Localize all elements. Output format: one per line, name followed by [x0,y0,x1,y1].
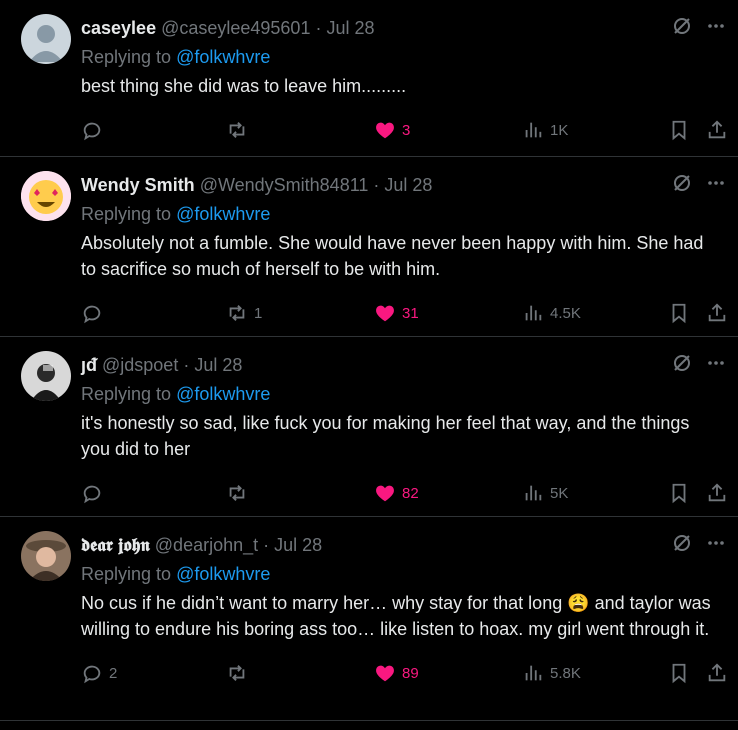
share-button[interactable] [706,482,728,504]
reply-button[interactable] [81,482,109,504]
bookmark-button[interactable] [668,302,690,324]
view-count: 5.8K [550,664,581,682]
avatar[interactable] [21,531,71,581]
replying-link[interactable]: @folkwhvre [176,47,270,67]
like-count: 82 [402,484,419,502]
repost-button[interactable]: 1 [226,302,262,324]
tweet-text: best thing she did was to leave him.....… [81,76,407,96]
replying-link[interactable]: @folkwhvre [176,384,270,404]
tweet-text: it's honestly so sad, like fuck you for … [81,413,690,459]
tweet-text: No cus if he didn’t want to marry her… w… [81,593,711,639]
header-actions [672,353,726,373]
grok-icon[interactable] [672,353,692,373]
user-handle[interactable]: @WendySmith84811 [200,175,369,196]
grok-icon[interactable] [672,533,692,553]
like-button[interactable]: 3 [374,119,410,141]
like-button[interactable]: 82 [374,482,419,504]
views-button[interactable]: 5.8K [522,662,581,684]
reply-feed: caseylee @caseylee495601 · Jul 28 Replyi… [0,0,738,721]
tweet[interactable]: Wendy Smith @WendySmith84811 · Jul 28 Re… [0,157,738,337]
replying-label: Replying to [81,47,172,67]
tweet-header: ȷᵭ @jdspoet · Jul 28 [81,349,722,381]
like-button[interactable]: 31 [374,302,419,324]
replying-to: Replying to @folkwhvre [81,381,722,407]
tweet-header: Wendy Smith @WendySmith84811 · Jul 28 [81,169,722,201]
tweet[interactable]: 𝖉𝖊𝖆𝖗 𝖏𝖔𝖍𝖓 @dearjohn_t · Jul 28 Replying … [0,517,738,721]
tweet-date[interactable]: · Jul 28 [373,175,432,196]
grok-icon[interactable] [672,173,692,193]
tweet-header: 𝖉𝖊𝖆𝖗 𝖏𝖔𝖍𝖓 @dearjohn_t · Jul 28 [81,529,722,561]
replying-label: Replying to [81,384,172,404]
replying-to: Replying to @folkwhvre [81,201,722,227]
tweet-date[interactable]: · Jul 28 [263,535,322,556]
header-actions [672,173,726,193]
repost-count: 1 [254,304,263,322]
tweet[interactable]: caseylee @caseylee495601 · Jul 28 Replyi… [0,0,738,157]
repost-button[interactable] [226,119,254,141]
header-actions [672,16,726,36]
share-button[interactable] [706,662,728,684]
user-handle[interactable]: @dearjohn_t [155,535,258,556]
display-name[interactable]: Wendy Smith [81,175,195,196]
reply-button[interactable]: 2 [81,662,117,684]
action-bar: 2 89 5.8K [81,652,726,704]
tweet-header: caseylee @caseylee495601 · Jul 28 [81,12,722,44]
grok-icon[interactable] [672,16,692,36]
tweet[interactable]: ȷᵭ @jdspoet · Jul 28 Replying to @folkwh… [0,337,738,517]
more-icon[interactable] [706,533,726,553]
bookmark-button[interactable] [668,119,690,141]
user-handle[interactable]: @caseylee495601 [161,18,310,39]
like-count: 3 [402,121,411,139]
tweet-date[interactable]: · Jul 28 [183,355,242,376]
avatar[interactable] [21,171,71,221]
view-count: 4.5K [550,304,581,322]
display-name[interactable]: 𝖉𝖊𝖆𝖗 𝖏𝖔𝖍𝖓 [81,535,150,556]
share-button[interactable] [706,302,728,324]
display-name[interactable]: ȷᵭ [81,355,97,376]
like-count: 89 [402,664,419,682]
repost-button[interactable] [226,662,254,684]
more-icon[interactable] [706,353,726,373]
replying-link[interactable]: @folkwhvre [176,204,270,224]
user-handle[interactable]: @jdspoet [102,355,178,376]
more-icon[interactable] [706,173,726,193]
repost-button[interactable] [226,482,254,504]
header-actions [672,533,726,553]
tweet-text: Absolutely not a fumble. She would have … [81,233,704,279]
views-button[interactable]: 1K [522,119,568,141]
views-button[interactable]: 5K [522,482,568,504]
display-name[interactable]: caseylee [81,18,156,39]
like-button[interactable]: 89 [374,662,419,684]
replying-label: Replying to [81,564,172,584]
replying-link[interactable]: @folkwhvre [176,564,270,584]
reply-button[interactable] [81,302,109,324]
share-button[interactable] [706,119,728,141]
replying-to: Replying to @folkwhvre [81,44,722,70]
view-count: 1K [550,121,569,139]
action-bar: 3 1K [81,109,726,161]
more-icon[interactable] [706,16,726,36]
bookmark-button[interactable] [668,482,690,504]
avatar[interactable] [21,14,71,64]
reply-count: 2 [109,664,118,682]
bookmark-button[interactable] [668,662,690,684]
replying-label: Replying to [81,204,172,224]
reply-button[interactable] [81,119,109,141]
replying-to: Replying to @folkwhvre [81,561,722,587]
views-button[interactable]: 4.5K [522,302,581,324]
like-count: 31 [402,304,419,322]
tweet-date[interactable]: · Jul 28 [315,18,374,39]
view-count: 5K [550,484,569,502]
avatar[interactable] [21,351,71,401]
